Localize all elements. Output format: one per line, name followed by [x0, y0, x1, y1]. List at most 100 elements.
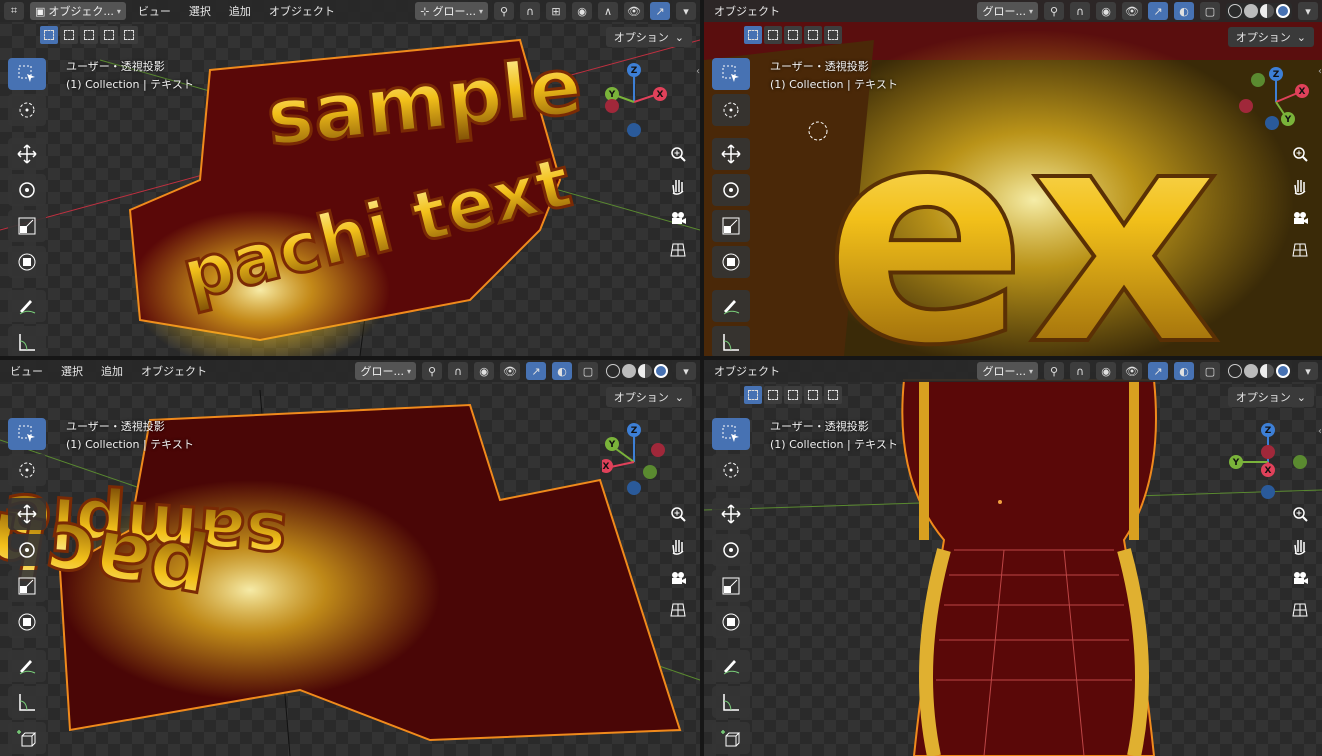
snap-magnet-icon[interactable]: ∩: [1070, 2, 1090, 20]
pan-hand-icon[interactable]: [666, 534, 690, 558]
scale-tool[interactable]: [8, 210, 46, 242]
select-intersect-icon[interactable]: [824, 26, 842, 44]
gizmo-toggle-icon[interactable]: ↗: [1148, 362, 1168, 380]
shading-dropdown-icon[interactable]: ▾: [676, 362, 696, 380]
cursor-tool[interactable]: [712, 454, 750, 486]
overlay-icon[interactable]: ◐: [552, 362, 572, 380]
sidebar-collapse-icon[interactable]: ‹: [696, 66, 700, 77]
measure-tool[interactable]: [712, 326, 750, 356]
menu-object[interactable]: オブジェクト: [708, 3, 786, 19]
sidebar-collapse-icon[interactable]: ‹: [1318, 66, 1322, 77]
gizmo-toggle-icon[interactable]: ↗: [1148, 2, 1168, 20]
measure-tool[interactable]: [8, 686, 46, 718]
scale-tool[interactable]: [712, 570, 750, 602]
select-extend-icon[interactable]: [764, 386, 782, 404]
menu-view[interactable]: ビュー: [4, 363, 49, 379]
camera-icon[interactable]: [666, 566, 690, 590]
pan-hand-icon[interactable]: [1288, 174, 1312, 198]
select-box-tool[interactable]: [8, 418, 46, 450]
rotate-tool[interactable]: [712, 174, 750, 206]
move-tool[interactable]: [712, 498, 750, 530]
scale-tool[interactable]: [8, 570, 46, 602]
select-subtract-icon[interactable]: [784, 26, 802, 44]
menu-select[interactable]: 選択: [183, 3, 217, 19]
annotate-tool[interactable]: [712, 650, 750, 682]
pivot-icon[interactable]: ⚲: [1044, 2, 1064, 20]
rendered-shading-icon[interactable]: [1276, 364, 1290, 378]
solid-shading-icon[interactable]: [622, 364, 636, 378]
navigation-gizmo[interactable]: Z Y X: [599, 422, 682, 502]
add-cube-tool[interactable]: [712, 722, 750, 754]
shading-dropdown-icon[interactable]: ▾: [1298, 2, 1318, 20]
overlay-icon[interactable]: ◐: [1174, 2, 1194, 20]
wireframe-shading-icon[interactable]: [1228, 364, 1242, 378]
navigation-gizmo[interactable]: Z X Y: [1232, 62, 1312, 142]
wireframe-shading-icon[interactable]: [606, 364, 620, 378]
rendered-shading-icon[interactable]: [1276, 4, 1290, 18]
options-dropdown[interactable]: オプション ⌄: [1227, 27, 1314, 47]
proportional-edit-icon[interactable]: ◉: [1096, 362, 1116, 380]
measure-tool[interactable]: [8, 326, 46, 356]
annotate-tool[interactable]: [8, 290, 46, 322]
select-subtract-icon[interactable]: [784, 386, 802, 404]
zoom-icon[interactable]: [1288, 142, 1312, 166]
cursor-tool[interactable]: [8, 94, 46, 126]
select-invert-icon[interactable]: [100, 26, 118, 44]
transform-orientation-dropdown[interactable]: グロー... ▾: [355, 362, 416, 380]
grid-ortho-icon[interactable]: [1288, 238, 1312, 262]
xray-icon[interactable]: ▢: [1200, 2, 1220, 20]
select-new-icon[interactable]: [744, 386, 762, 404]
grid-ortho-icon[interactable]: [666, 598, 690, 622]
pivot-icon[interactable]: ⚲: [422, 362, 442, 380]
zoom-icon[interactable]: [666, 142, 690, 166]
scale-tool[interactable]: [712, 210, 750, 242]
select-extend-icon[interactable]: [764, 26, 782, 44]
options-dropdown[interactable]: オプション ⌄: [1227, 387, 1314, 407]
rotate-tool[interactable]: [712, 534, 750, 566]
material-shading-icon[interactable]: [638, 364, 652, 378]
menu-select[interactable]: 選択: [55, 363, 89, 379]
viewport-top-right[interactable]: ex オブジェクト グロー... ▾ ⚲ ∩ ◉ 👁 ↗ ◐ ▢ ▾ オプション ⌄…: [704, 0, 1322, 356]
move-tool[interactable]: [8, 138, 46, 170]
proportional-edit-icon[interactable]: ◉: [1096, 2, 1116, 20]
visibility-eye-icon[interactable]: 👁: [1122, 2, 1142, 20]
visibility-eye-icon[interactable]: 👁: [1122, 362, 1142, 380]
transform-tool[interactable]: [712, 606, 750, 638]
material-shading-icon[interactable]: [1260, 4, 1274, 18]
viewport-top-left[interactable]: sample pachi text ⌗ ▣ オブジェク... ▾ ビュー 選択 追加…: [0, 0, 700, 356]
rotate-tool[interactable]: [8, 534, 46, 566]
transform-orientation-dropdown[interactable]: グロー... ▾: [977, 362, 1038, 380]
select-invert-icon[interactable]: [804, 386, 822, 404]
navigation-gizmo[interactable]: Z X Y: [602, 62, 682, 142]
transform-orientation-dropdown[interactable]: グロー... ▾: [977, 2, 1038, 20]
cursor-tool[interactable]: [712, 94, 750, 126]
select-intersect-icon[interactable]: [120, 26, 138, 44]
zoom-icon[interactable]: [1288, 502, 1312, 526]
sidebar-collapse-icon[interactable]: ‹: [1318, 426, 1322, 437]
overlay-icon[interactable]: ◐: [1174, 362, 1194, 380]
snap-increment-icon[interactable]: ⊞: [546, 2, 566, 20]
options-dropdown[interactable]: オプション ⌄: [605, 27, 692, 47]
select-subtract-icon[interactable]: [80, 26, 98, 44]
snap-magnet-icon[interactable]: ∩: [448, 362, 468, 380]
add-cube-tool[interactable]: [8, 722, 46, 754]
proportional-edit-icon[interactable]: ◉: [572, 2, 592, 20]
menu-view[interactable]: ビュー: [132, 3, 177, 19]
transform-tool[interactable]: [8, 606, 46, 638]
move-tool[interactable]: [712, 138, 750, 170]
gizmo-toggle-icon[interactable]: ↗: [650, 2, 670, 20]
transform-orientation-dropdown[interactable]: ⊹ グロー... ▾: [415, 2, 488, 20]
transform-tool[interactable]: [712, 246, 750, 278]
menu-object[interactable]: オブジェクト: [263, 3, 341, 19]
measure-tool[interactable]: [712, 686, 750, 718]
rotate-tool[interactable]: [8, 174, 46, 206]
camera-icon[interactable]: [1288, 206, 1312, 230]
annotate-tool[interactable]: [8, 650, 46, 682]
menu-add[interactable]: 追加: [95, 363, 129, 379]
viewport-bottom-left[interactable]: sample pachi text ビュー 選択 追加 オブジェクト グロー..…: [0, 360, 700, 756]
pivot-icon[interactable]: ⚲: [494, 2, 514, 20]
rendered-shading-icon[interactable]: [654, 364, 668, 378]
grid-ortho-icon[interactable]: [666, 238, 690, 262]
grid-ortho-icon[interactable]: [1288, 598, 1312, 622]
menu-object[interactable]: オブジェクト: [708, 363, 786, 379]
